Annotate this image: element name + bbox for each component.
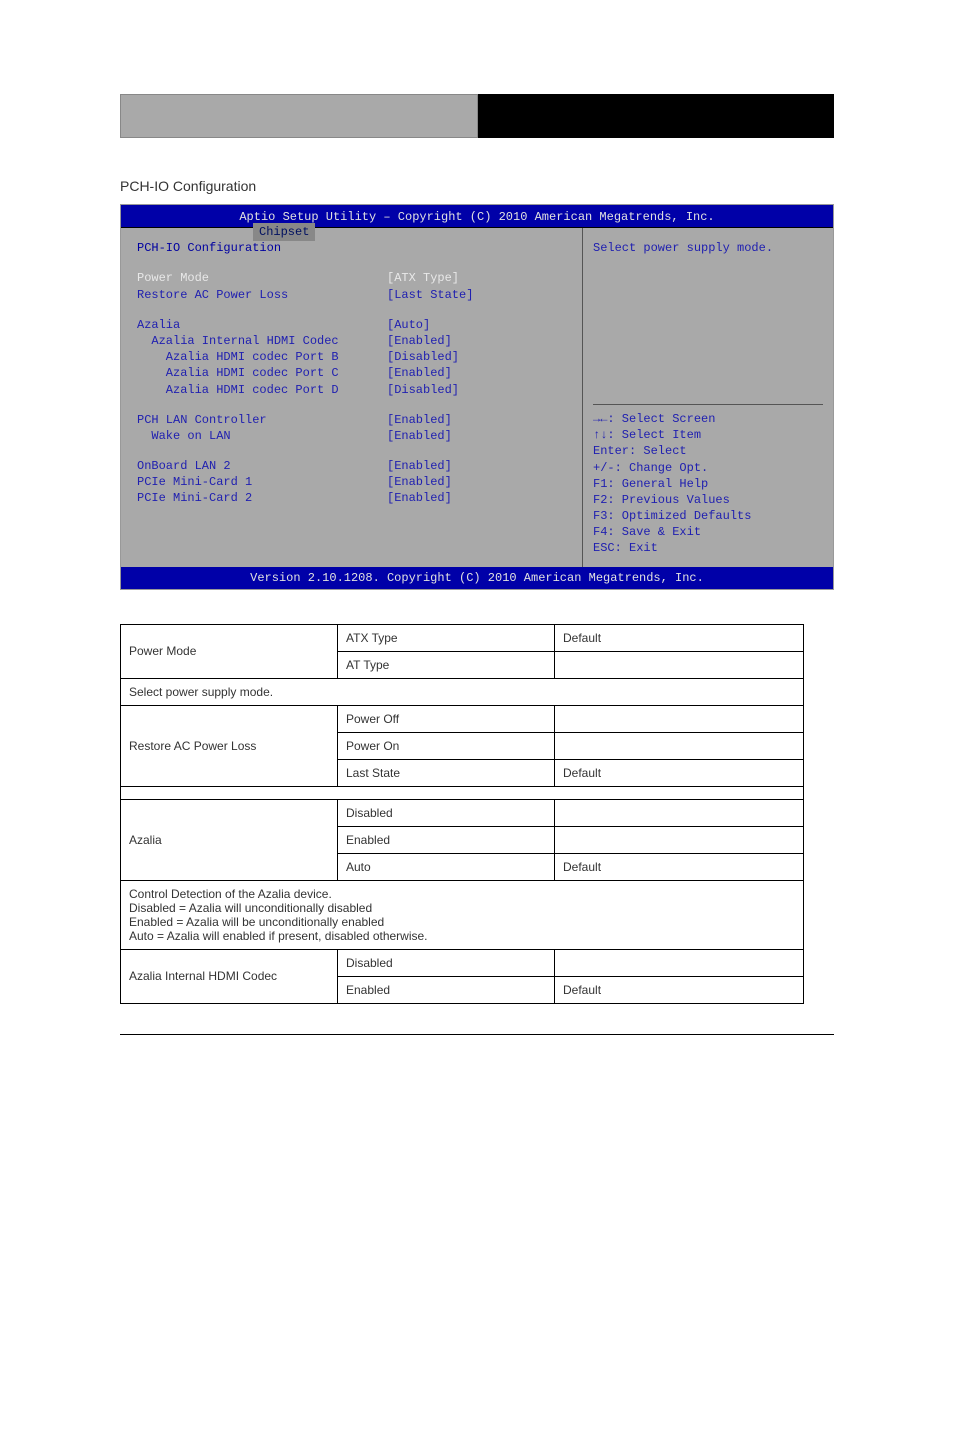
bios-key-legend: →←: Select Screen↑↓: Select ItemEnter: S… [593,404,823,557]
bios-setting-value: [Disabled] [387,349,459,365]
bios-setting-value: [Enabled] [387,458,452,474]
header-left [120,94,478,138]
bios-setting[interactable]: PCIe Mini-Card 2[Enabled] [137,490,572,506]
table-row: Power ModeATX TypeDefault [121,624,804,651]
setting-default: Default [555,759,804,786]
bios-setting-value: [Enabled] [387,333,452,349]
setting-option: Last State [338,759,555,786]
bios-setting-value: [Enabled] [387,490,452,506]
setting-option: Enabled [338,976,555,1003]
bios-setting-value: [Enabled] [387,412,452,428]
bios-key-line: Enter: Select [593,443,823,459]
bios-heading: PCH-IO Configuration [137,240,572,256]
page-header [120,94,834,138]
setting-default: Default [555,853,804,880]
bios-setting-label: Restore AC Power Loss [137,287,387,303]
setting-name: Power Mode [121,624,338,678]
table-note: Select power supply mode. [121,678,804,705]
setting-name: Azalia Internal HDMI Codec [121,949,338,1003]
bios-setting-label: Wake on LAN [137,428,387,444]
setting-default [555,705,804,732]
bios-screenshot: Aptio Setup Utility – Copyright (C) 2010… [120,204,834,590]
table-row [121,786,804,799]
bios-key-line: F1: General Help [593,476,823,492]
setting-name: Azalia [121,799,338,880]
setting-default [555,799,804,826]
bios-setting-label: OnBoard LAN 2 [137,458,387,474]
setting-default: Default [555,976,804,1003]
bios-setting-value: [Last State] [387,287,473,303]
bios-setting[interactable]: Restore AC Power Loss[Last State] [137,287,572,303]
bios-title: Aptio Setup Utility – Copyright (C) 2010… [239,210,714,224]
table-row: AzaliaDisabled [121,799,804,826]
bios-setting[interactable]: PCH LAN Controller[Enabled] [137,412,572,428]
table-row: Select power supply mode. [121,678,804,705]
options-table: Power ModeATX TypeDefaultAT TypeSelect p… [120,624,804,1004]
bios-setting-value: [Auto] [387,317,430,333]
section-title: PCH-IO Configuration [120,178,834,194]
bios-setting-label: Azalia Internal HDMI Codec [137,333,387,349]
bios-setting-value: [Enabled] [387,365,452,381]
table-row: Restore AC Power LossPower Off [121,705,804,732]
bios-setting[interactable]: Azalia Internal HDMI Codec[Enabled] [137,333,572,349]
bios-setting-label: PCIe Mini-Card 1 [137,474,387,490]
table-row: Azalia Internal HDMI CodecDisabled [121,949,804,976]
bios-setting-value: [ATX Type] [387,270,459,286]
bios-key-line: F2: Previous Values [593,492,823,508]
bios-setting[interactable]: Wake on LAN[Enabled] [137,428,572,444]
bios-setting-label: PCIe Mini-Card 2 [137,490,387,506]
bios-key-line: +/-: Change Opt. [593,460,823,476]
bios-setting-label: Azalia HDMI codec Port C [137,365,387,381]
table-note: Control Detection of the Azalia device. … [121,880,804,949]
table-row: Control Detection of the Azalia device. … [121,880,804,949]
bios-key-line: F3: Optimized Defaults [593,508,823,524]
bios-setting[interactable]: Azalia HDMI codec Port D[Disabled] [137,382,572,398]
setting-option: Power On [338,732,555,759]
table-note [121,786,804,799]
bios-setting-label: Power Mode [137,270,387,286]
page-footer [120,1034,834,1041]
bios-help-panel: Select power supply mode. →←: Select Scr… [582,228,833,566]
setting-option: Disabled [338,799,555,826]
bios-main-panel: PCH-IO Configuration Power Mode[ATX Type… [121,228,582,566]
bios-key-line: →←: Select Screen [593,411,823,427]
bios-setting-value: [Enabled] [387,474,452,490]
bios-key-line: ESC: Exit [593,540,823,556]
bios-setting-label: Azalia HDMI codec Port B [137,349,387,365]
bios-title-bar: Aptio Setup Utility – Copyright (C) 2010… [121,205,833,227]
bios-setting-label: PCH LAN Controller [137,412,387,428]
setting-option: Enabled [338,826,555,853]
bios-key-line: F4: Save & Exit [593,524,823,540]
bios-setting[interactable]: Azalia[Auto] [137,317,572,333]
setting-default [555,732,804,759]
setting-option: Power Off [338,705,555,732]
header-right [478,94,834,138]
setting-default: Default [555,624,804,651]
bios-setting-value: [Enabled] [387,428,452,444]
bios-setting-value: [Disabled] [387,382,459,398]
bios-footer: Version 2.10.1208. Copyright (C) 2010 Am… [121,567,833,589]
setting-default [555,949,804,976]
bios-setting-label: Azalia HDMI codec Port D [137,382,387,398]
setting-option: Auto [338,853,555,880]
bios-setting[interactable]: Azalia HDMI codec Port C[Enabled] [137,365,572,381]
bios-setting[interactable]: PCIe Mini-Card 1[Enabled] [137,474,572,490]
bios-help-text: Select power supply mode. [593,240,823,256]
bios-setting[interactable]: Power Mode[ATX Type] [137,270,572,286]
bios-setting[interactable]: OnBoard LAN 2[Enabled] [137,458,572,474]
setting-option: Disabled [338,949,555,976]
bios-key-line: ↑↓: Select Item [593,427,823,443]
setting-name: Restore AC Power Loss [121,705,338,786]
bios-setting-label: Azalia [137,317,387,333]
bios-setting[interactable]: Azalia HDMI codec Port B[Disabled] [137,349,572,365]
setting-default [555,651,804,678]
setting-option: AT Type [338,651,555,678]
setting-option: ATX Type [338,624,555,651]
setting-default [555,826,804,853]
